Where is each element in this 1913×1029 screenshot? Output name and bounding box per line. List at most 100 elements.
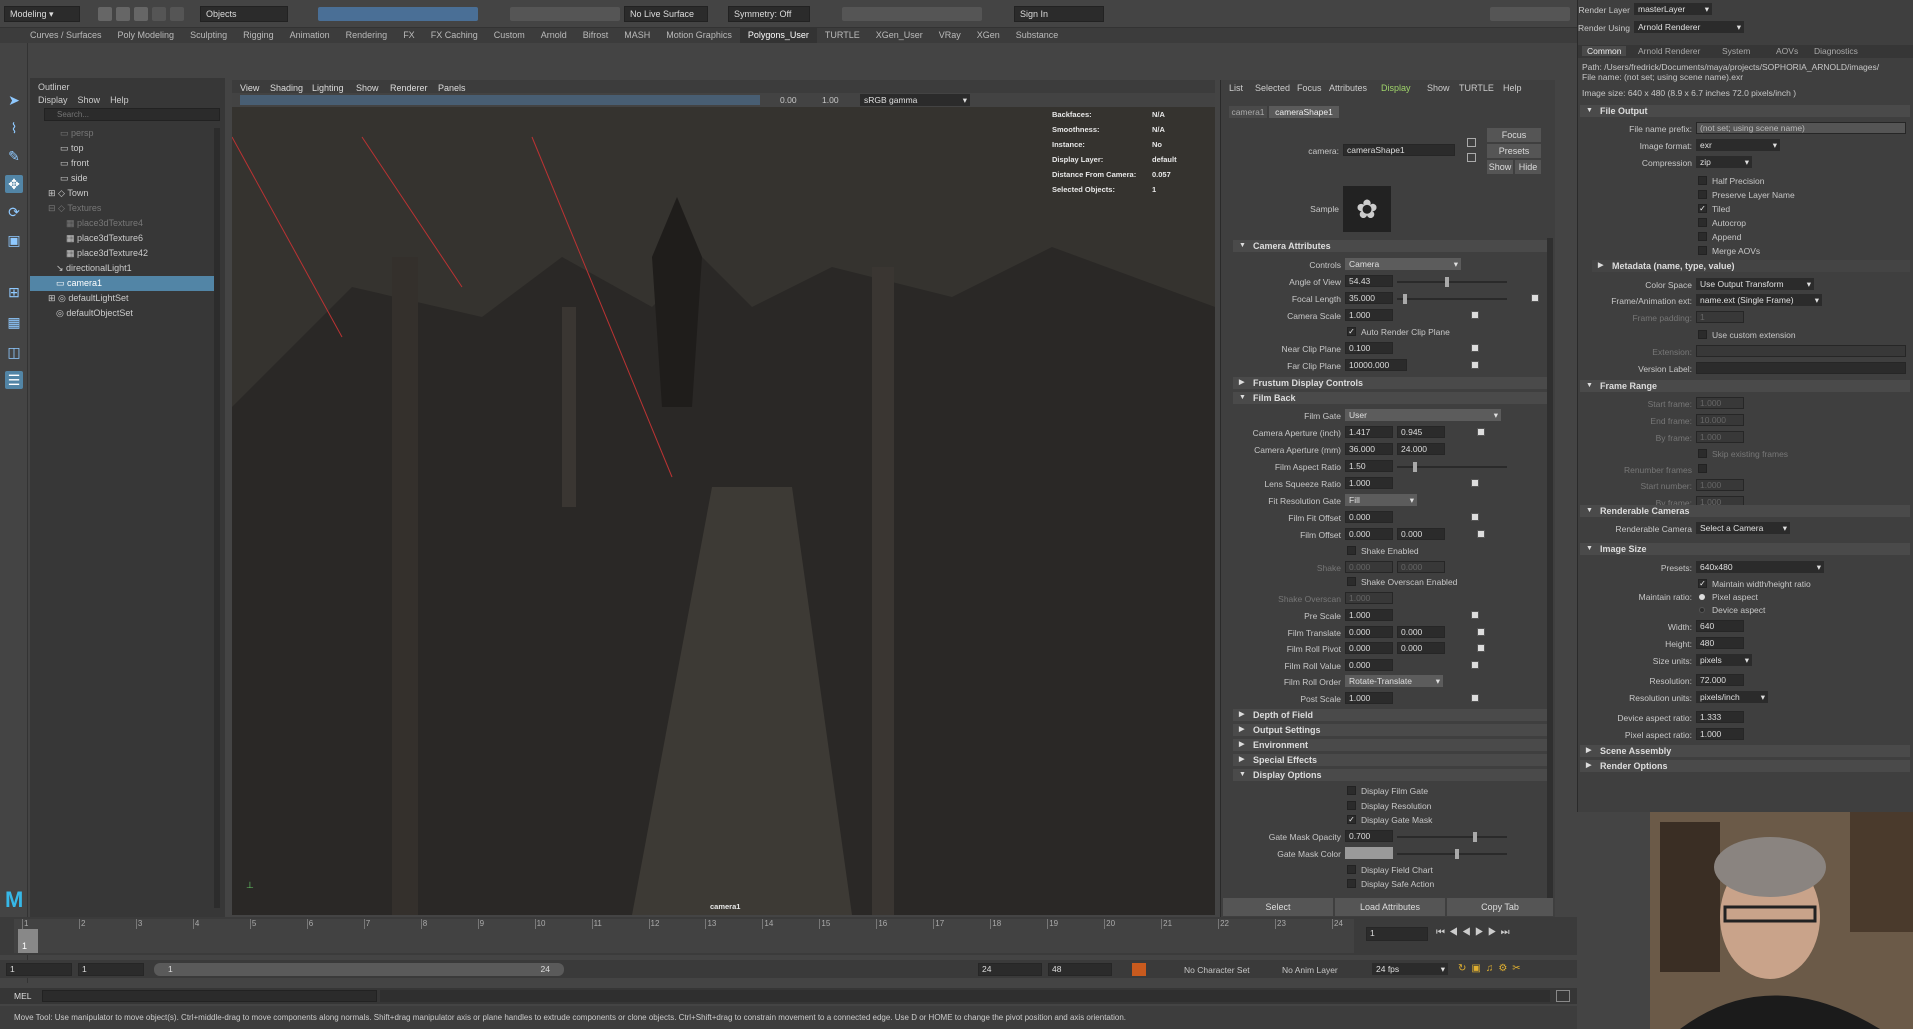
outliner-item[interactable]: ↘ directionalLight1 bbox=[30, 261, 220, 276]
aperture-inch-x-field[interactable]: 1.417 bbox=[1345, 426, 1393, 438]
view-menu[interactable]: View bbox=[240, 83, 259, 93]
character-set-menu[interactable]: No Character Set bbox=[1184, 965, 1250, 975]
camera-node-field[interactable]: cameraShape1 bbox=[1343, 144, 1455, 156]
outliner-item[interactable]: ⊟ ◇ Textures bbox=[30, 201, 220, 216]
section-output-settings[interactable]: ▶ Output Settings bbox=[1233, 724, 1548, 736]
merge-aovs-checkbox[interactable] bbox=[1698, 246, 1707, 255]
section-scene-assembly[interactable]: ▶ Scene Assembly bbox=[1580, 745, 1910, 757]
shelf-tab[interactable]: Bifrost bbox=[575, 28, 617, 43]
skip-existing-frames-checkbox[interactable] bbox=[1698, 449, 1707, 458]
section-depth-of-field[interactable]: ▶ Depth of Field bbox=[1233, 709, 1548, 721]
map-button-icon[interactable] bbox=[1477, 628, 1485, 636]
sign-in-menu[interactable]: Sign In bbox=[1014, 6, 1104, 22]
pre-scale-field[interactable]: 1.000 bbox=[1345, 609, 1393, 621]
section-metadata[interactable]: ▶ Metadata (name, type, value) bbox=[1592, 260, 1910, 272]
gamma-field[interactable]: 1.00 bbox=[822, 95, 839, 105]
section-render-options[interactable]: ▶ Render Options bbox=[1580, 760, 1910, 772]
angle-of-view-field[interactable]: 54.43 bbox=[1345, 275, 1393, 287]
lighting-menu[interactable]: Lighting bbox=[312, 83, 344, 93]
shelf-tab[interactable]: Rigging bbox=[235, 28, 282, 43]
viewport-panel[interactable]: View Shading Lighting Show Renderer Pane… bbox=[232, 80, 1215, 915]
color-space-dropdown[interactable]: Use Output Transform bbox=[1696, 278, 1814, 290]
slider-knob[interactable] bbox=[1455, 849, 1459, 859]
mel-label[interactable]: MEL bbox=[14, 991, 31, 1001]
script-editor-icon[interactable] bbox=[1556, 990, 1570, 1002]
colorspace-dropdown[interactable]: sRGB gamma bbox=[860, 94, 970, 106]
presets-dropdown[interactable]: 640x480 bbox=[1696, 561, 1824, 573]
outliner-item[interactable]: ▦ place3dTexture42 bbox=[30, 246, 220, 261]
anim-layer-menu[interactable]: No Anim Layer bbox=[1282, 965, 1338, 975]
height-field[interactable]: 480 bbox=[1696, 637, 1744, 649]
outliner-menu-help[interactable]: Help bbox=[110, 95, 129, 105]
section-file-output[interactable]: ▼ File Output bbox=[1580, 105, 1910, 117]
shelf-tab-active[interactable]: Polygons_User bbox=[739, 28, 817, 43]
slider-knob[interactable] bbox=[1403, 294, 1407, 304]
collapse-icon[interactable]: ⊟ bbox=[48, 203, 58, 213]
pixel-aspect-ratio-field[interactable]: 1.000 bbox=[1696, 728, 1744, 740]
undo-icon[interactable] bbox=[152, 7, 166, 21]
hide-button[interactable]: Hide bbox=[1515, 160, 1541, 174]
fps-dropdown[interactable]: 24 fps bbox=[1372, 963, 1448, 975]
gate-mask-opacity-field[interactable]: 0.700 bbox=[1345, 830, 1393, 842]
lasso-tool-icon[interactable]: ⌇ bbox=[5, 119, 23, 137]
time-slider[interactable]: 1 2 3 4 5 6 7 8 9 10 11 12 13 14 15 16 17 18 19 20 21 22 23 24 … bbox=[0, 917, 1577, 955]
shelf-tab[interactable]: Sculpting bbox=[182, 28, 235, 43]
map-button-icon[interactable] bbox=[1471, 361, 1479, 369]
load-attributes-button[interactable]: Load Attributes bbox=[1335, 898, 1445, 916]
map-button-icon[interactable] bbox=[1471, 694, 1479, 702]
expand-icon[interactable]: ⊞ bbox=[48, 293, 58, 303]
gate-mask-opacity-slider[interactable] bbox=[1397, 832, 1507, 842]
map-button-icon[interactable] bbox=[1531, 294, 1539, 302]
panels-menu[interactable]: Panels bbox=[438, 83, 466, 93]
film-roll-pivot-x-field[interactable]: 0.000 bbox=[1345, 642, 1393, 654]
shelf-tab[interactable]: Substance bbox=[1008, 28, 1067, 43]
size-units-dropdown[interactable]: pixels bbox=[1696, 654, 1752, 666]
gate-mask-color-slider[interactable] bbox=[1397, 849, 1507, 859]
map-button-icon[interactable] bbox=[1471, 311, 1479, 319]
move-tool-icon[interactable]: ✥ bbox=[5, 175, 23, 193]
attr-menu-display[interactable]: Display bbox=[1381, 83, 1411, 93]
outliner-menu-display[interactable]: Display bbox=[38, 95, 68, 105]
show-menu[interactable]: Show bbox=[356, 83, 379, 93]
workspace-icons[interactable] bbox=[1490, 7, 1570, 21]
film-translate-x-field[interactable]: 0.000 bbox=[1345, 626, 1393, 638]
map-button-icon[interactable] bbox=[1477, 530, 1485, 538]
section-film-back[interactable]: ▼ Film Back bbox=[1233, 392, 1548, 404]
compression-dropdown[interactable]: zip bbox=[1696, 156, 1752, 168]
playback-controls-icon[interactable]: ⏮◀◀▶▶⏭ bbox=[1436, 927, 1571, 941]
display-film-gate-checkbox[interactable] bbox=[1347, 786, 1356, 795]
shelf-tab[interactable]: VRay bbox=[931, 28, 969, 43]
shelf-tab[interactable]: Curves / Surfaces bbox=[0, 28, 110, 43]
preserve-layer-name-checkbox[interactable] bbox=[1698, 190, 1707, 199]
section-frame-range[interactable]: ▼ Frame Range bbox=[1580, 380, 1910, 392]
selection-mask-icons[interactable] bbox=[318, 7, 478, 21]
pixel-aspect-radio[interactable] bbox=[1699, 594, 1705, 600]
playback-start-field[interactable]: 1 bbox=[78, 963, 144, 976]
aperture-mm-y-field[interactable]: 24.000 bbox=[1397, 443, 1445, 455]
mel-command-input[interactable] bbox=[42, 990, 377, 1002]
render-icons[interactable] bbox=[842, 7, 982, 21]
section-special-effects[interactable]: ▶ Special Effects bbox=[1233, 754, 1548, 766]
map-button-icon[interactable] bbox=[1471, 479, 1479, 487]
version-label-field[interactable] bbox=[1696, 362, 1906, 374]
render-tab-common[interactable]: Common bbox=[1582, 46, 1627, 56]
outliner-item[interactable]: ◎ defaultObjectSet bbox=[30, 306, 220, 321]
camera-scale-field[interactable]: 1.000 bbox=[1345, 309, 1393, 321]
section-renderable-cameras[interactable]: ▼ Renderable Cameras bbox=[1580, 505, 1910, 517]
controls-dropdown[interactable]: Camera bbox=[1345, 258, 1461, 270]
time-ruler[interactable]: 1 2 3 4 5 6 7 8 9 10 11 12 13 14 15 16 17 18 19 20 21 22 23 24 … bbox=[14, 919, 1354, 953]
resolution-field[interactable]: 72.000 bbox=[1696, 674, 1744, 686]
range-bar[interactable]: 1 24 bbox=[154, 963, 564, 976]
half-precision-checkbox[interactable] bbox=[1698, 176, 1707, 185]
symmetry-menu[interactable]: Symmetry: Off bbox=[728, 6, 810, 22]
shelf-tab[interactable]: Rendering bbox=[338, 28, 396, 43]
slider-knob[interactable] bbox=[1445, 277, 1449, 287]
mode-menu[interactable]: Modeling ▾ bbox=[4, 6, 80, 22]
shelf-tab[interactable]: Motion Graphics bbox=[658, 28, 740, 43]
lens-squeeze-field[interactable]: 1.000 bbox=[1345, 477, 1393, 489]
section-frustum-display[interactable]: ▶ Frustum Display Controls bbox=[1233, 377, 1548, 389]
map-button-icon[interactable] bbox=[1471, 513, 1479, 521]
outliner-item[interactable]: ▭ side bbox=[30, 171, 220, 186]
redo-icon[interactable] bbox=[170, 7, 184, 21]
gate-mask-color-swatch[interactable] bbox=[1345, 847, 1393, 859]
